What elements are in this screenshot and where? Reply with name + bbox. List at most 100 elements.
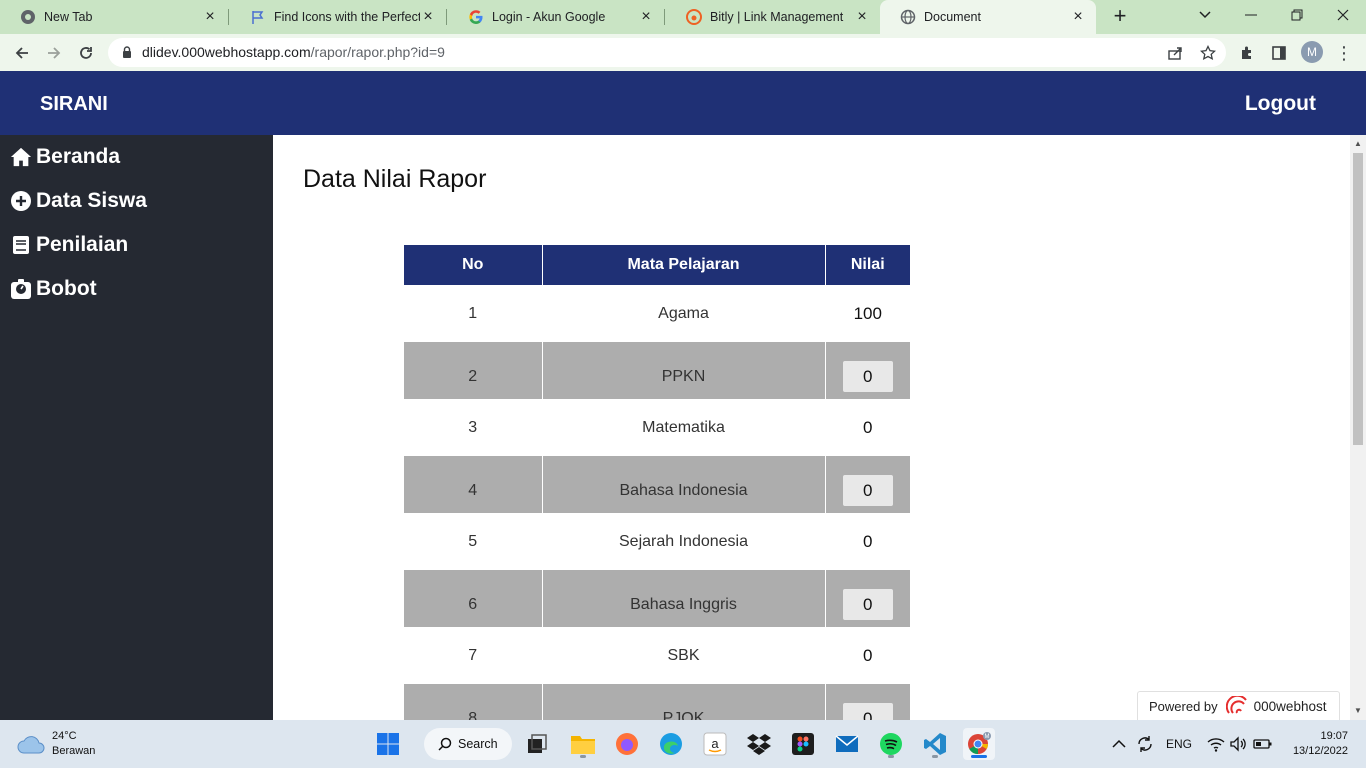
- tab-bitly[interactable]: Bitly | Link Management ×: [666, 0, 880, 34]
- table-row: 3 Matematika 0: [404, 399, 910, 456]
- task-view-button[interactable]: [521, 728, 553, 760]
- tray-chevron[interactable]: [1112, 728, 1126, 760]
- nilai-value-box[interactable]: 0: [842, 589, 893, 620]
- volume-icon: [1230, 736, 1246, 752]
- column-header-mata-pelajaran: Mata Pelajaran: [541, 245, 825, 285]
- chevron-down-icon: [1199, 11, 1211, 19]
- running-indicator: [888, 755, 894, 758]
- plus-circle-icon: [10, 190, 32, 212]
- powered-by-badge[interactable]: Powered by 000webhost: [1137, 691, 1340, 721]
- nilai-value-box[interactable]: 0: [842, 361, 893, 392]
- flag-icon: [250, 9, 266, 25]
- cell-nilai: 0: [824, 684, 910, 720]
- sidebar-item-bobot[interactable]: Bobot: [10, 275, 97, 303]
- restore-button[interactable]: [1274, 0, 1320, 30]
- brand-logo-text[interactable]: SIRANI: [40, 93, 108, 116]
- side-panel-button[interactable]: [1268, 42, 1290, 64]
- clock-time: 19:07: [1320, 730, 1348, 742]
- tab-google-login[interactable]: Login - Akun Google ×: [448, 0, 664, 34]
- weather-temp: 24°C: [52, 730, 77, 742]
- running-indicator: [932, 755, 938, 758]
- taskbar-search[interactable]: Search: [424, 728, 512, 760]
- weight-icon: [10, 278, 32, 300]
- taskbar-app-vscode[interactable]: [919, 728, 951, 760]
- address-bar-row: dlidev.000webhostapp.com/rapor/rapor.php…: [0, 34, 1366, 71]
- nilai-value-box[interactable]: 0: [842, 475, 893, 506]
- tab-find-icons[interactable]: Find Icons with the Perfect Lo ×: [230, 0, 446, 34]
- clock-date: 13/12/2022: [1292, 745, 1348, 757]
- close-icon[interactable]: ×: [420, 9, 436, 25]
- new-tab-button[interactable]: +: [1108, 5, 1132, 29]
- tab-title: New Tab: [44, 10, 93, 24]
- system-clock[interactable]: 19:07 13/12/2022: [1288, 729, 1348, 759]
- close-icon[interactable]: ×: [202, 9, 218, 25]
- tray-sync[interactable]: [1136, 728, 1154, 760]
- folder-icon: [571, 736, 595, 754]
- taskbar-app-figma[interactable]: [787, 728, 819, 760]
- chrome-icon: [20, 9, 36, 25]
- page-scrollbar[interactable]: ▲ ▼: [1350, 135, 1366, 720]
- figma-icon: [792, 733, 814, 755]
- profile-avatar[interactable]: M: [1301, 41, 1323, 63]
- close-icon[interactable]: ×: [854, 9, 870, 25]
- bitly-icon: [686, 9, 702, 25]
- language-indicator[interactable]: ENG: [1166, 728, 1192, 760]
- taskbar-app-spotify[interactable]: [875, 728, 907, 760]
- logout-link[interactable]: Logout: [1245, 92, 1316, 116]
- taskbar-app-mail[interactable]: [831, 728, 863, 760]
- url-bar[interactable]: dlidev.000webhostapp.com/rapor/rapor.php…: [108, 38, 1226, 67]
- minimize-button[interactable]: [1228, 0, 1274, 30]
- cloud-icon: [17, 736, 45, 754]
- taskbar-app-dropbox[interactable]: [743, 728, 775, 760]
- kebab-menu-icon[interactable]: ⋮: [1334, 42, 1354, 64]
- tab-separator: [228, 9, 229, 25]
- taskbar-app-edge[interactable]: [655, 728, 687, 760]
- forward-button[interactable]: [41, 40, 67, 66]
- close-icon[interactable]: ×: [1070, 9, 1086, 25]
- tab-document[interactable]: Document ×: [880, 0, 1096, 34]
- taskbar-app-firefox[interactable]: [611, 728, 643, 760]
- edge-icon: [660, 733, 682, 755]
- grades-table: No Mata Pelajaran Nilai 1 Agama 100 2 PP…: [404, 245, 910, 720]
- lock-icon[interactable]: [120, 45, 134, 59]
- weather-widget[interactable]: 24°C Berawan: [16, 729, 95, 759]
- cell-mata-pelajaran: PJOK: [541, 684, 825, 720]
- share-icon[interactable]: [1166, 44, 1184, 62]
- extensions-button[interactable]: [1236, 42, 1258, 64]
- sidebar-item-data-siswa[interactable]: Data Siswa: [10, 187, 147, 215]
- powered-by-brand: 000webhost: [1253, 698, 1327, 714]
- nilai-value-box[interactable]: 0: [842, 703, 893, 720]
- scrollbar-thumb[interactable]: [1353, 153, 1363, 445]
- start-button[interactable]: [372, 728, 404, 760]
- taskbar-app-amazon[interactable]: a: [699, 728, 731, 760]
- svg-text:a: a: [711, 736, 719, 751]
- back-button[interactable]: [9, 40, 35, 66]
- cell-mata-pelajaran: SBK: [541, 627, 825, 684]
- star-icon[interactable]: [1199, 44, 1217, 62]
- battery-icon: [1253, 739, 1272, 749]
- sidebar-item-beranda[interactable]: Beranda: [10, 143, 120, 171]
- table-row: 5 Sejarah Indonesia 0: [404, 513, 910, 570]
- url-path: /rapor/rapor.php?id=9: [310, 44, 445, 60]
- reload-button[interactable]: [73, 40, 99, 66]
- sidebar-item-penilaian[interactable]: Penilaian: [10, 231, 128, 259]
- search-icon: [438, 737, 452, 751]
- weather-desc: Berawan: [52, 745, 96, 757]
- close-window-button[interactable]: [1320, 0, 1366, 30]
- tab-new-tab[interactable]: New Tab ×: [0, 0, 228, 34]
- active-indicator: [971, 755, 987, 758]
- amazon-icon: a: [703, 732, 727, 756]
- scroll-down-arrow-icon[interactable]: ▼: [1354, 706, 1362, 715]
- arrow-left-icon: [15, 47, 28, 59]
- webhost-logo-icon: [1225, 696, 1250, 716]
- scroll-up-arrow-icon[interactable]: ▲: [1354, 139, 1362, 148]
- url-text: dlidev.000webhostapp.com/rapor/rapor.php…: [142, 44, 445, 60]
- tab-separator: [446, 9, 447, 25]
- cell-mata-pelajaran: Matematika: [541, 399, 825, 456]
- close-icon[interactable]: ×: [638, 9, 654, 25]
- tab-search-button[interactable]: [1182, 0, 1228, 30]
- task-view-icon: [528, 734, 547, 753]
- tray-status-group[interactable]: [1207, 728, 1273, 760]
- taskbar-app-chrome[interactable]: M: [963, 728, 995, 760]
- taskbar-app-file-explorer[interactable]: [567, 728, 599, 760]
